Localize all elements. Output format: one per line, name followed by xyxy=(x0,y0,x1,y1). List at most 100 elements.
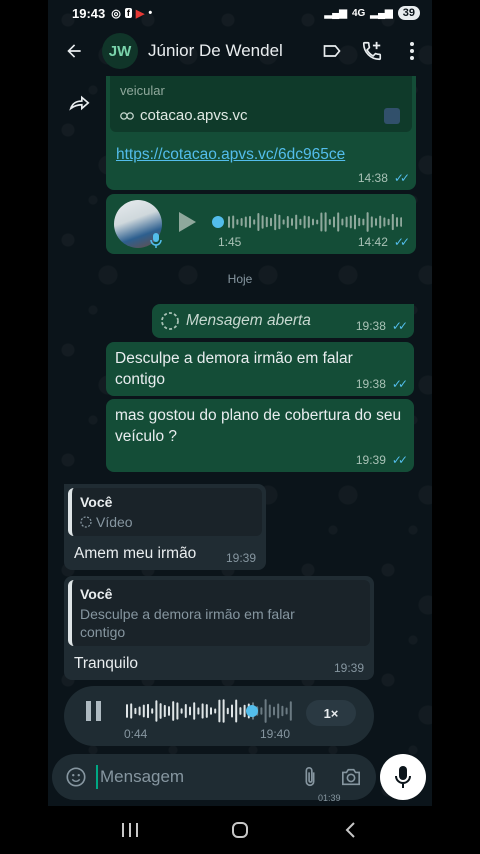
add-call-button[interactable] xyxy=(352,29,392,73)
incoming-message[interactable]: Você Vídeo Amem meu irmão 19:39 xyxy=(64,484,266,570)
waveform-bar xyxy=(333,216,335,228)
pause-icon xyxy=(86,701,101,721)
waveform-bar xyxy=(147,703,149,719)
recording-waveform[interactable] xyxy=(124,698,296,724)
quote-text: Vídeo xyxy=(96,514,133,530)
paperclip-icon xyxy=(305,767,315,787)
waveform-bar xyxy=(366,212,369,232)
waveform-bar xyxy=(218,699,221,723)
elapsed-time: 0:44 xyxy=(124,727,148,741)
network-type: 4G xyxy=(351,7,366,19)
link-icon xyxy=(120,111,134,120)
add-call-icon xyxy=(362,41,382,61)
message-meta: 19:39 ✓✓ xyxy=(356,453,408,467)
waveform-bar xyxy=(349,215,352,229)
quote-author: Você xyxy=(80,494,113,510)
link-domain-row: cotacao.apvs.vc xyxy=(120,107,248,124)
menu-button[interactable] xyxy=(392,29,432,73)
waveform-bar xyxy=(324,212,327,232)
incoming-message[interactable]: Você Desculpe a demora irmão em falar co… xyxy=(64,576,374,680)
label-button[interactable] xyxy=(312,29,352,73)
link-message[interactable]: veicular cotacao.apvs.vc https://cotacao… xyxy=(106,76,416,190)
battery-badge: 39 xyxy=(397,6,420,20)
waveform-bar xyxy=(289,701,292,721)
waveform-bar xyxy=(268,704,271,718)
voice-waveform[interactable] xyxy=(212,210,402,234)
voice-message[interactable]: 1:45 14:42 ✓✓ xyxy=(106,194,416,254)
waveform-bar xyxy=(226,707,229,715)
message-placeholder: Mensagem xyxy=(100,767,185,786)
waveform-bar xyxy=(337,212,340,232)
outgoing-message[interactable]: mas gostou do plano de cobertura do seu … xyxy=(106,399,414,472)
message-text: mas gostou do plano de cobertura do seu … xyxy=(115,407,402,445)
read-ticks-icon: ✓✓ xyxy=(393,235,410,249)
waveform-bar xyxy=(358,217,361,227)
waveform-bar xyxy=(138,706,141,716)
link-preview[interactable]: veicular cotacao.apvs.vc xyxy=(110,76,412,132)
play-button[interactable] xyxy=(176,210,202,236)
waveform-bar xyxy=(370,216,373,228)
waveform-bar xyxy=(277,703,280,719)
waveform-bar xyxy=(257,212,260,232)
forward-icon xyxy=(69,95,90,111)
view-once-icon xyxy=(161,312,179,330)
message-input[interactable]: Mensagem xyxy=(96,754,290,800)
waveform-bar xyxy=(362,218,365,226)
waveform-bar xyxy=(299,218,302,226)
waveform-bar xyxy=(126,704,128,718)
system-navigation-bar xyxy=(0,806,480,854)
waveform-bar xyxy=(354,214,356,230)
waveform-bar xyxy=(249,215,251,229)
link-domain: cotacao.apvs.vc xyxy=(140,107,248,124)
waveform-bar xyxy=(180,708,183,714)
recording-time: 01:39 xyxy=(318,793,341,803)
message-time: 19:38 xyxy=(355,377,386,391)
waveform-bar xyxy=(163,704,166,718)
outgoing-message[interactable]: Desculpe a demora irmão em falar contigo… xyxy=(106,342,414,396)
back-button[interactable] xyxy=(52,29,96,73)
waveform-bar xyxy=(231,704,233,718)
avatar[interactable]: JW xyxy=(102,33,138,69)
waveform-bar xyxy=(193,702,196,720)
quote-text: Desculpe a demora irmão em falar contigo xyxy=(80,606,295,640)
dot-icon: • xyxy=(148,7,153,19)
quoted-message[interactable]: Você Desculpe a demora irmão em falar co… xyxy=(68,580,370,646)
quote-video-row: Vídeo xyxy=(80,513,254,531)
waveform-bar xyxy=(184,704,187,718)
waveform-bar xyxy=(387,218,390,226)
text-cursor xyxy=(96,765,98,789)
recorder-time: 19:40 xyxy=(260,727,291,741)
quoted-message[interactable]: Você Vídeo xyxy=(68,488,262,536)
waveform-bar xyxy=(303,215,306,229)
message-time: 14:38 xyxy=(357,171,388,185)
whatsapp-icon: ◎ xyxy=(111,7,121,20)
mic-icon xyxy=(395,766,411,788)
view-once-small-icon xyxy=(80,516,92,528)
recents-button[interactable] xyxy=(115,815,145,845)
waveform-bar xyxy=(341,218,344,226)
waveform-bar xyxy=(151,708,154,714)
forward-button[interactable] xyxy=(64,86,96,118)
sticker-icon xyxy=(66,767,86,787)
waveform-bar xyxy=(328,219,331,225)
mic-button[interactable] xyxy=(380,754,426,800)
link-preview-title: veicular xyxy=(120,83,165,98)
waveform-bar xyxy=(375,218,377,226)
message-text: Tranquilo xyxy=(74,655,139,672)
waveform-bar xyxy=(316,219,319,225)
back-nav-button[interactable] xyxy=(335,815,365,845)
contact-name[interactable]: Júnior De Wendel xyxy=(148,41,283,61)
waveform-bar xyxy=(210,707,212,715)
sticker-button[interactable] xyxy=(56,754,96,800)
waveform-bar xyxy=(320,212,323,232)
waveform-bar xyxy=(130,703,133,719)
playback-speed-button[interactable]: 1× xyxy=(306,700,356,726)
pause-button[interactable] xyxy=(84,700,110,726)
waveform-bar xyxy=(159,703,162,719)
home-button[interactable] xyxy=(225,815,255,845)
waveform-bar xyxy=(236,219,239,225)
waveform-bar xyxy=(189,706,191,716)
waveform-bar xyxy=(273,706,275,716)
view-once-message[interactable]: Mensagem aberta 19:38 ✓✓ xyxy=(152,304,414,338)
link-url[interactable]: https://cotacao.apvs.vc/6dc965ce xyxy=(116,146,345,164)
